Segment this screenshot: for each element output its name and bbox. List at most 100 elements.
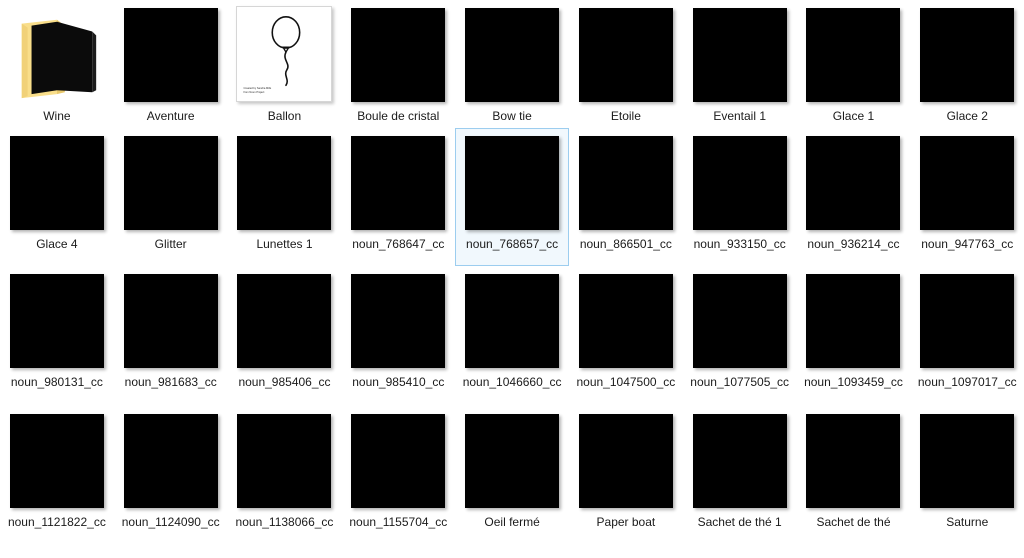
black-thumbnail[interactable] xyxy=(465,274,560,368)
file-tile[interactable]: noun_980131_cc xyxy=(0,266,114,406)
file-tile[interactable]: Paper boat xyxy=(569,406,683,546)
file-tile[interactable]: noun_985406_cc xyxy=(228,266,342,406)
thumbnail-wrapper xyxy=(350,6,446,102)
file-tile-label: noun_1124090_cc xyxy=(121,515,220,529)
black-thumbnail[interactable] xyxy=(920,8,1015,102)
black-thumbnail[interactable] xyxy=(237,136,332,230)
black-thumbnail[interactable] xyxy=(578,8,673,102)
black-thumbnail[interactable] xyxy=(465,136,560,230)
file-tile-label: noun_1047500_cc xyxy=(576,375,676,389)
black-thumbnail[interactable] xyxy=(806,136,901,230)
file-tile[interactable]: Glace 2 xyxy=(910,0,1024,128)
thumbnail-wrapper xyxy=(464,272,560,368)
thumbnail-wrapper xyxy=(805,134,901,230)
file-tile[interactable]: Sachet de thé xyxy=(797,406,911,546)
black-thumbnail[interactable] xyxy=(237,414,332,508)
file-tile[interactable]: Glace 1 xyxy=(797,0,911,128)
file-tile[interactable]: Glitter xyxy=(114,128,228,266)
file-tile-label: noun_933150_cc xyxy=(693,237,786,251)
file-tile-label: noun_980131_cc xyxy=(10,375,103,389)
thumbnail-wrapper xyxy=(805,272,901,368)
black-thumbnail[interactable] xyxy=(806,414,901,508)
file-tile[interactable]: noun_947763_cc xyxy=(910,128,1024,266)
black-thumbnail[interactable] xyxy=(578,274,673,368)
black-thumbnail[interactable] xyxy=(9,136,104,230)
thumbnail-wrapper xyxy=(919,6,1015,102)
file-tile[interactable]: noun_933150_cc xyxy=(683,128,797,266)
thumbnail-wrapper xyxy=(692,134,788,230)
file-tile[interactable]: noun_1138066_cc xyxy=(228,406,342,546)
black-thumbnail[interactable] xyxy=(123,414,218,508)
black-thumbnail[interactable] xyxy=(465,414,560,508)
file-tile[interactable]: Eventail 1 xyxy=(683,0,797,128)
black-thumbnail[interactable] xyxy=(237,274,332,368)
file-tile[interactable]: Created by Sandra Mills from Noun Projec… xyxy=(228,0,342,128)
file-tile[interactable]: noun_1121822_cc xyxy=(0,406,114,546)
thumbnail-wrapper xyxy=(919,412,1015,508)
file-tile-label: Saturne xyxy=(946,515,989,529)
black-thumbnail[interactable] xyxy=(692,414,787,508)
black-thumbnail[interactable] xyxy=(351,414,446,508)
file-tile[interactable]: Etoile xyxy=(569,0,683,128)
black-thumbnail[interactable] xyxy=(351,136,446,230)
file-tile[interactable]: noun_768657_cc xyxy=(455,128,569,266)
file-tile[interactable]: Aventure xyxy=(114,0,228,128)
thumbnail-wrapper xyxy=(236,272,332,368)
file-tile[interactable]: Bow tie xyxy=(455,0,569,128)
file-tile[interactable]: Oeil fermé xyxy=(455,406,569,546)
file-tile-label: noun_1046660_cc xyxy=(462,375,562,389)
thumbnail-wrapper xyxy=(805,412,901,508)
black-thumbnail[interactable] xyxy=(692,8,787,102)
open-folder-icon[interactable] xyxy=(10,8,104,102)
black-thumbnail[interactable] xyxy=(123,8,218,102)
file-tile-label: noun_866501_cc xyxy=(579,237,672,251)
file-tile[interactable]: noun_1155704_cc xyxy=(341,406,455,546)
file-tile-label: Etoile xyxy=(610,109,641,123)
file-tile[interactable]: noun_866501_cc xyxy=(569,128,683,266)
file-tile-label: noun_985406_cc xyxy=(238,375,331,389)
file-icon-grid[interactable]: Wine Aventure Created by Sandra Mills from… xyxy=(0,0,1024,546)
black-thumbnail[interactable] xyxy=(465,8,560,102)
file-tile-label: noun_1155704_cc xyxy=(349,515,448,529)
black-thumbnail[interactable] xyxy=(578,136,673,230)
file-tile[interactable]: noun_985410_cc xyxy=(341,266,455,406)
thumbnail-wrapper xyxy=(805,6,901,102)
black-thumbnail[interactable] xyxy=(123,274,218,368)
black-thumbnail[interactable] xyxy=(920,136,1015,230)
file-tile[interactable]: noun_981683_cc xyxy=(114,266,228,406)
file-tile-label: noun_1077505_cc xyxy=(690,375,790,389)
balloon-line-art-thumbnail[interactable]: Created by Sandra Mills from Noun Projec… xyxy=(236,6,333,102)
artwork-credit-text: Created by Sandra Mills from Noun Projec… xyxy=(243,87,272,94)
file-tile-label: Lunettes 1 xyxy=(256,237,313,251)
file-tile[interactable]: noun_1077505_cc xyxy=(683,266,797,406)
thumbnail-wrapper xyxy=(9,272,105,368)
black-thumbnail[interactable] xyxy=(806,8,901,102)
black-thumbnail[interactable] xyxy=(692,136,787,230)
file-tile[interactable]: noun_1093459_cc xyxy=(797,266,911,406)
black-thumbnail[interactable] xyxy=(806,274,901,368)
file-tile[interactable]: Sachet de thé 1 xyxy=(683,406,797,546)
file-tile[interactable]: noun_1046660_cc xyxy=(455,266,569,406)
black-thumbnail[interactable] xyxy=(9,414,104,508)
black-thumbnail[interactable] xyxy=(578,414,673,508)
black-thumbnail[interactable] xyxy=(123,136,218,230)
file-tile[interactable]: noun_1124090_cc xyxy=(114,406,228,546)
file-tile[interactable]: noun_768647_cc xyxy=(341,128,455,266)
file-tile[interactable]: noun_936214_cc xyxy=(797,128,911,266)
file-tile[interactable]: Saturne xyxy=(910,406,1024,546)
thumbnail-wrapper xyxy=(464,412,560,508)
black-thumbnail[interactable] xyxy=(351,8,446,102)
file-tile[interactable]: noun_1097017_cc xyxy=(910,266,1024,406)
file-tile-label: Ballon xyxy=(267,109,302,123)
black-thumbnail[interactable] xyxy=(920,414,1015,508)
black-thumbnail[interactable] xyxy=(351,274,446,368)
black-thumbnail[interactable] xyxy=(9,274,104,368)
file-tile[interactable]: Glace 4 xyxy=(0,128,114,266)
file-tile[interactable]: noun_1047500_cc xyxy=(569,266,683,406)
file-tile[interactable]: Lunettes 1 xyxy=(228,128,342,266)
black-thumbnail[interactable] xyxy=(920,274,1015,368)
file-tile-label: noun_768647_cc xyxy=(352,237,445,251)
black-thumbnail[interactable] xyxy=(692,274,787,368)
file-tile[interactable]: Boule de cristal xyxy=(341,0,455,128)
file-tile[interactable]: Wine xyxy=(0,0,114,128)
